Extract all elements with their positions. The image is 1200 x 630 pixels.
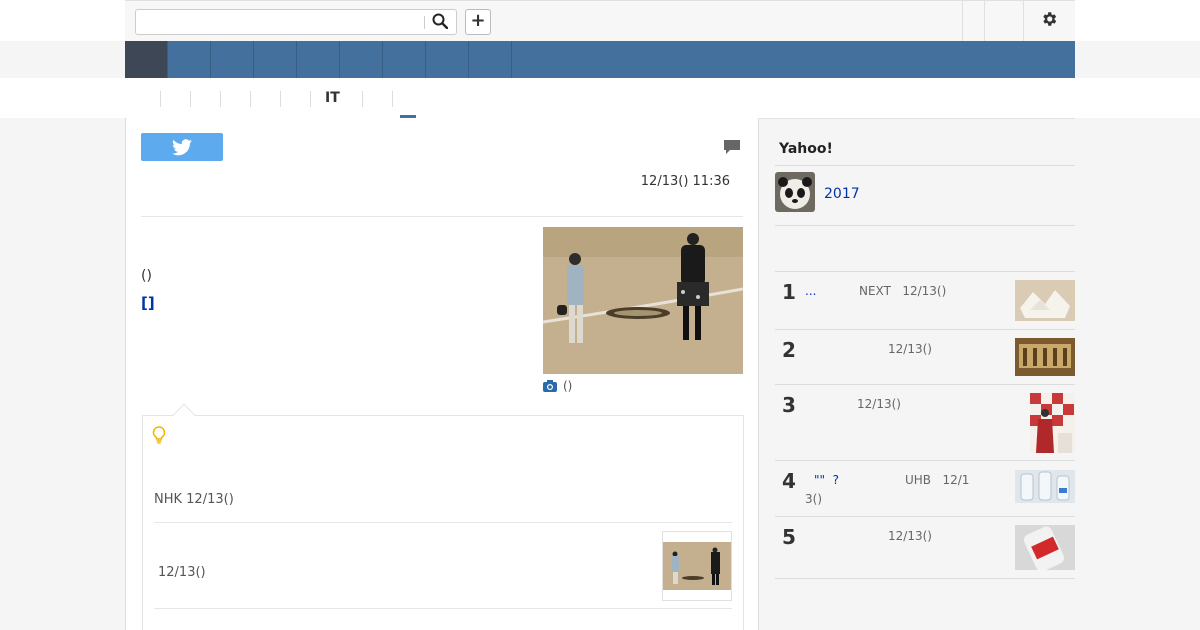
gear-icon xyxy=(1043,12,1057,26)
photo-caption: () xyxy=(543,379,572,393)
nav-tab[interactable] xyxy=(469,41,512,78)
ranking-meta-wrap: 3() xyxy=(805,492,822,506)
ranking-number: 5 xyxy=(782,525,796,549)
search-input[interactable] xyxy=(140,13,420,31)
divider xyxy=(775,165,1075,166)
comment-icon xyxy=(724,140,740,154)
search-box xyxy=(135,9,457,35)
subnav-item[interactable] xyxy=(190,91,220,107)
nav-tab-home[interactable] xyxy=(125,41,168,78)
ranking-title[interactable]: "" ? xyxy=(814,473,839,487)
search-button[interactable] xyxy=(432,13,450,31)
nav-tab[interactable] xyxy=(254,41,297,78)
ranking-thumbnail[interactable] xyxy=(1015,525,1075,570)
nav-tab[interactable] xyxy=(297,41,340,78)
sidebar-title: Yahoo! xyxy=(779,141,833,157)
article-body-text: () xyxy=(141,268,152,284)
ranking-number: 1 xyxy=(782,280,796,304)
ranking-thumbnail[interactable] xyxy=(1015,338,1075,376)
nav-tab[interactable] xyxy=(426,41,469,78)
ranking-number: 4 xyxy=(782,469,796,493)
article-main: 12/13() 11:36 () [] () NHK 12/13() 12/13… xyxy=(125,118,759,630)
twitter-share-button[interactable] xyxy=(141,133,223,161)
divider xyxy=(141,216,743,217)
article-photo-image xyxy=(543,227,743,374)
ranking-meta: 12/13() xyxy=(888,342,932,356)
search-icon xyxy=(432,13,449,30)
divider xyxy=(154,608,732,609)
subnav-item[interactable] xyxy=(362,91,392,107)
feature-link[interactable]: 2017 xyxy=(824,186,860,202)
ranking-item[interactable]: 4 "" ? UHB 12/1 3() xyxy=(775,461,1075,517)
photo-caption-text: () xyxy=(563,379,573,393)
nav-tab[interactable] xyxy=(340,41,383,78)
subnav-item[interactable] xyxy=(250,91,280,107)
subnav-item[interactable] xyxy=(160,91,190,107)
subnav-item[interactable] xyxy=(220,91,250,107)
related-item-source[interactable]: NHK 12/13() xyxy=(154,492,234,507)
ranking-meta: UHB 12/1 xyxy=(905,473,970,487)
divider xyxy=(154,522,732,523)
related-item-date[interactable]: 12/13() xyxy=(158,565,206,580)
header-divider xyxy=(962,1,963,42)
article-link[interactable]: [] xyxy=(141,294,155,312)
panda-thumbnail[interactable] xyxy=(775,172,815,212)
twitter-icon xyxy=(172,139,192,156)
global-nav xyxy=(125,41,1075,78)
ranking-thumbnail[interactable] xyxy=(1030,393,1075,453)
ranking-meta: 12/13() xyxy=(888,529,932,543)
ranking-item[interactable]: 3 12/13() xyxy=(775,385,1075,461)
ranking-thumbnail[interactable] xyxy=(1015,470,1075,503)
nav-tab[interactable] xyxy=(211,41,254,78)
divider xyxy=(775,225,1075,226)
ranking-item[interactable]: 1 ... NEXT 12/13() xyxy=(775,272,1075,330)
ranking-item[interactable]: 2 12/13() xyxy=(775,330,1075,385)
ranking-title[interactable]: ... xyxy=(805,284,816,298)
add-button[interactable]: + xyxy=(465,9,491,35)
ranking-meta: NEXT 12/13() xyxy=(859,284,947,298)
settings-button[interactable] xyxy=(1040,10,1060,30)
ranking-thumbnail[interactable] xyxy=(1015,280,1075,321)
related-articles-box: NHK 12/13() 12/13() xyxy=(142,415,744,630)
search-separator xyxy=(424,16,425,29)
comment-button[interactable] xyxy=(723,139,741,160)
article-photo[interactable] xyxy=(543,227,743,374)
related-item-thumbnail[interactable] xyxy=(662,531,732,601)
lightbulb-icon xyxy=(152,426,166,448)
ranking-item[interactable]: 5 12/13() xyxy=(775,517,1075,579)
ranking-meta: 12/13() xyxy=(857,397,901,411)
subnav-item[interactable] xyxy=(280,91,310,107)
top-header: + xyxy=(0,0,1200,42)
camera-icon xyxy=(543,380,557,392)
ranking-number: 2 xyxy=(782,338,796,362)
article-datetime: 12/13() 11:36 xyxy=(640,174,730,189)
subnav-item[interactable] xyxy=(392,91,422,107)
header-divider xyxy=(1023,1,1024,42)
ranking-number: 3 xyxy=(782,393,796,417)
nav-tab[interactable] xyxy=(383,41,426,78)
top-header-inner: + xyxy=(125,0,1075,42)
header-divider xyxy=(984,1,985,42)
nav-tab[interactable] xyxy=(168,41,211,78)
subnav-item-it[interactable]: IT xyxy=(325,90,340,106)
category-subnav: IT xyxy=(125,78,1075,119)
